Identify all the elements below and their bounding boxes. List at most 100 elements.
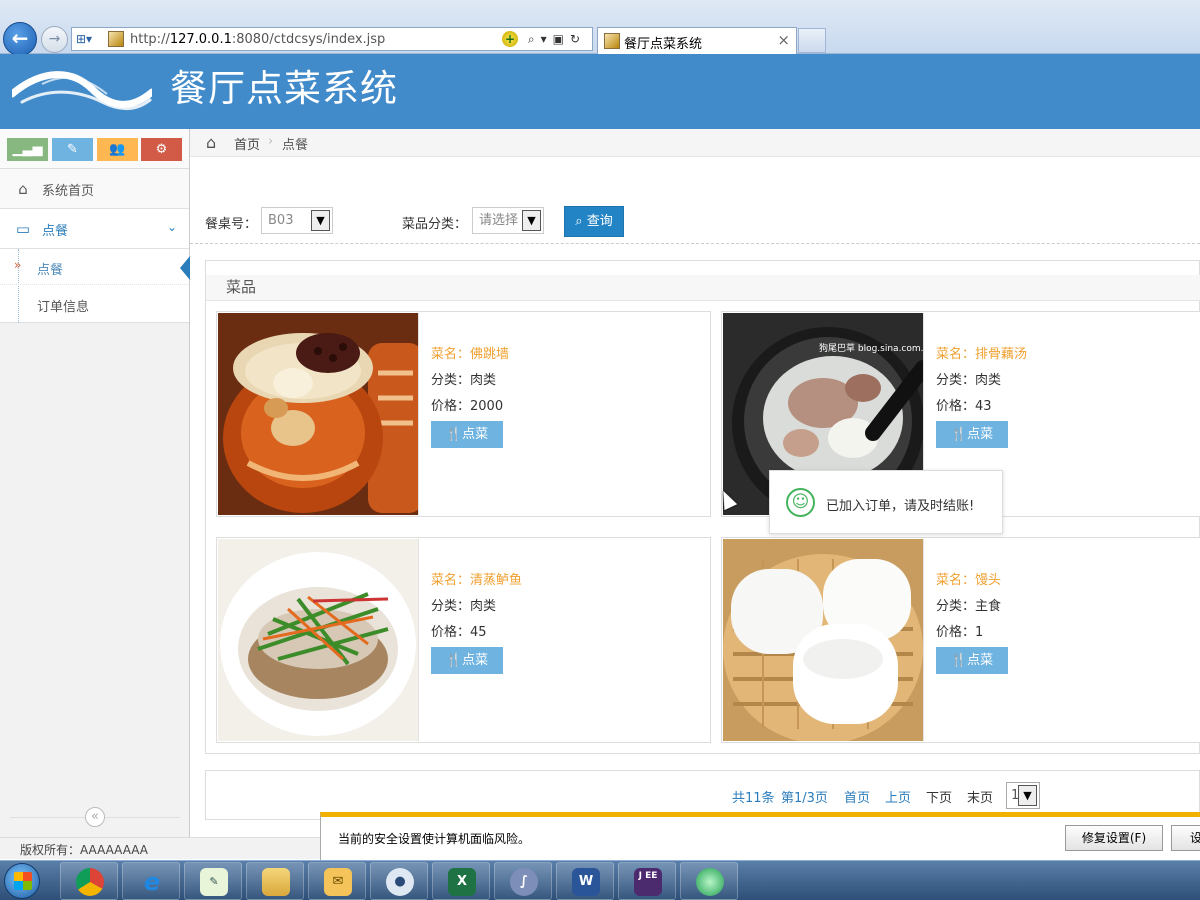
order-dish-button[interactable]: 🍴点菜: [431, 647, 503, 674]
copyright-text: 版权所有：AAAAAAAA: [20, 843, 149, 857]
taskbar-javaee[interactable]: J EE: [618, 862, 676, 900]
footer: 版权所有：AAAAAAAA: [0, 837, 320, 859]
order-dish-button[interactable]: 🍴点菜: [936, 421, 1008, 448]
mail-icon: ✉: [324, 868, 352, 896]
cutlery-icon: 🍴: [445, 427, 463, 442]
submenu-item-label: 订单信息: [37, 300, 90, 315]
taskbar-explorer[interactable]: [246, 862, 304, 900]
page-select[interactable]: 1 ▼: [1006, 782, 1040, 809]
dish-price: 价格：2000: [431, 399, 504, 414]
orb-icon: [696, 868, 724, 896]
sidebar-collapse-button[interactable]: «: [85, 807, 105, 827]
address-bar[interactable]: ⊞▾ http://127.0.0.1:8080/ctdcsys/index.j…: [71, 27, 593, 51]
order-button-label: 点菜: [967, 653, 994, 668]
submenu-item-label: 点餐: [37, 263, 64, 278]
ie-icon: e: [143, 868, 161, 896]
settings-button[interactable]: 设: [1171, 825, 1200, 851]
pagination-total: 共11条: [732, 791, 775, 806]
back-button[interactable]: ←: [3, 22, 37, 56]
forward-button[interactable]: →: [41, 26, 68, 53]
query-button[interactable]: ⌕ 查询: [564, 206, 624, 237]
table-number-select[interactable]: B03 ▼: [261, 207, 333, 234]
chevron-down-icon: ⌄: [166, 220, 177, 234]
new-tab-button[interactable]: [798, 28, 826, 53]
order-dish-button[interactable]: 🍴点菜: [936, 647, 1008, 674]
query-button-label: 查询: [586, 214, 613, 229]
dish-info: 菜名：馒头 分类：主食 价格：1 🍴点菜: [936, 568, 1008, 674]
edit-shortcut-button[interactable]: ✎: [52, 138, 93, 161]
taskbar-word[interactable]: W: [556, 862, 614, 900]
dishes-panel-header: 菜品: [206, 275, 1200, 301]
eclipse-icon: ∫: [510, 868, 538, 896]
taskbar-eclipse[interactable]: ∫: [494, 862, 552, 900]
dish-price: 价格：43: [936, 399, 992, 414]
fix-settings-button[interactable]: 修复设置(F): [1065, 825, 1163, 851]
smile-icon: ☺: [786, 488, 815, 517]
stats-shortcut-button[interactable]: ▁▃▅: [7, 138, 48, 161]
chevron-down-icon: ▼: [522, 210, 541, 231]
taskbar-ie[interactable]: e: [122, 862, 180, 900]
first-page-link[interactable]: 首页: [844, 787, 870, 806]
taskbar-notepad[interactable]: ✎: [184, 862, 242, 900]
taskbar-orb[interactable]: [680, 862, 738, 900]
dish-info: 菜名：排骨藕汤 分类：肉类 价格：43 🍴点菜: [936, 342, 1027, 448]
start-button[interactable]: [4, 863, 40, 899]
order-dish-button[interactable]: 🍴点菜: [431, 421, 503, 448]
security-message: 当前的安全设置使计算机面临风险。: [338, 832, 531, 846]
submenu-item-order[interactable]: » 点餐: [0, 249, 190, 285]
taskbar-excel[interactable]: X: [432, 862, 490, 900]
cutlery-icon: 🍴: [950, 427, 968, 442]
prev-page-link[interactable]: 上页: [885, 787, 911, 806]
search-icon[interactable]: ⌕▾: [528, 32, 553, 46]
dish-name: 菜名：排骨藕汤: [936, 347, 1028, 362]
dish-category: 分类：肉类: [936, 373, 1002, 388]
filter-row: 餐桌号： B03 ▼ 菜品分类： 请选择 ▼ ⌕ 查询: [190, 200, 1200, 244]
sidebar-item-order[interactable]: ▭ 点餐 ⌄: [0, 209, 189, 249]
compat-view-icon[interactable]: ▣: [553, 32, 570, 46]
settings-shortcut-button[interactable]: ⚙: [141, 138, 182, 161]
next-page-link[interactable]: 下页: [926, 787, 952, 806]
toast-message: 已加入订单，请及时结账!: [826, 499, 975, 514]
browser-tab[interactable]: 餐厅点菜系统 ×: [597, 27, 797, 54]
refresh-icon[interactable]: ↻: [570, 32, 586, 46]
cutlery-icon: 🍴: [445, 653, 463, 668]
active-marker: [180, 256, 190, 280]
category-select[interactable]: 请选择 ▼: [472, 207, 544, 234]
cutlery-icon: 🍴: [950, 653, 968, 668]
tab-close-icon[interactable]: ×: [777, 31, 790, 49]
home-icon: ⌂: [18, 180, 28, 198]
order-button-label: 点菜: [462, 427, 489, 442]
excel-icon: X: [448, 868, 476, 896]
chevron-down-icon: ▼: [311, 210, 330, 231]
order-button-label: 点菜: [967, 427, 994, 442]
favicon-icon: [108, 31, 124, 47]
address-url[interactable]: http://127.0.0.1:8080/ctdcsys/index.jsp: [130, 31, 385, 48]
last-page-link[interactable]: 末页: [967, 787, 993, 806]
sidebar-item-label: 系统首页: [42, 184, 95, 199]
browser-toolbar: ← → ⊞▾ http://127.0.0.1:8080/ctdcsys/ind…: [0, 0, 1200, 56]
sidebar-shortcuts: ▁▃▅ ✎ 👥 ⚙: [0, 129, 189, 169]
users-shortcut-button[interactable]: 👥: [97, 138, 138, 161]
compat-icon[interactable]: +: [502, 31, 519, 47]
address-tools: + ⌕▾▣↻: [502, 30, 586, 48]
table-number-label: 餐桌号：: [205, 217, 258, 232]
submenu-item-order-info[interactable]: 订单信息: [0, 286, 189, 322]
taskbar-avatar[interactable]: ●: [370, 862, 428, 900]
dish-info: 菜名：佛跳墙 分类：肉类 价格：2000 🍴点菜: [431, 342, 509, 448]
pagination-page-info: 第1/3页: [781, 791, 828, 806]
sidebar-item-label: 点餐: [42, 224, 69, 239]
breadcrumb-home-link[interactable]: 首页: [234, 134, 260, 153]
home-icon: ⌂: [206, 133, 217, 152]
shield-icon[interactable]: ⊞▾: [76, 31, 102, 47]
sidebar-item-home[interactable]: ⌂ 系统首页: [0, 169, 189, 209]
taskbar-mail[interactable]: ✉: [308, 862, 366, 900]
dish-name: 菜名：佛跳墙: [431, 347, 510, 362]
dish-category: 分类：肉类: [431, 373, 497, 388]
order-button-label: 点菜: [462, 653, 489, 668]
taskbar-chrome[interactable]: [60, 862, 118, 900]
sidebar-submenu: » 点餐 订单信息: [0, 249, 190, 323]
dish-price: 价格：1: [936, 625, 984, 640]
breadcrumb-current: 点餐: [282, 138, 309, 153]
signal-icon: ▁▃▅: [12, 142, 43, 157]
dish-info: 菜名：清蒸鲈鱼 分类：肉类 价格：45 🍴点菜: [431, 568, 522, 674]
